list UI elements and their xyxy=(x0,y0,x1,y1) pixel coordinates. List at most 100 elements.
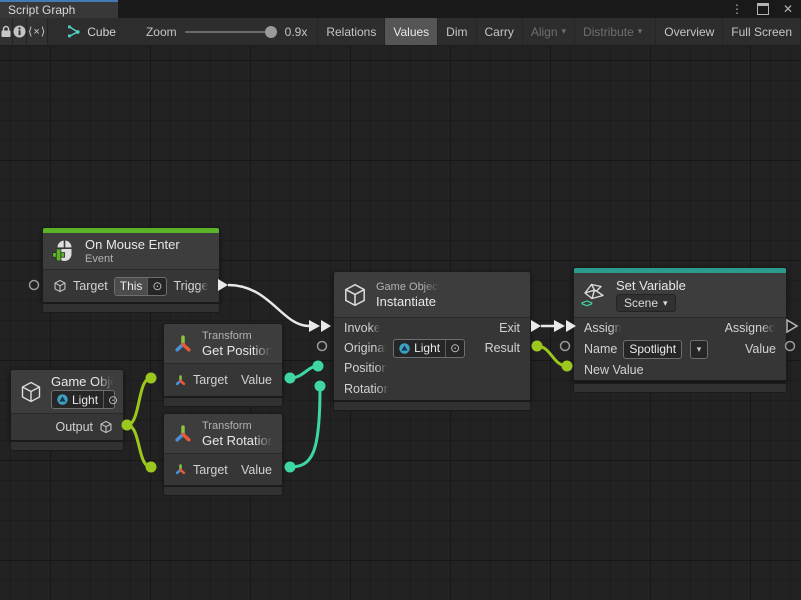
wire-output-to-getrotation-target[interactable] xyxy=(127,425,151,467)
node-instantiate[interactable]: Game Object Instantiate Invoke Exit Orig… xyxy=(333,271,531,401)
variable-name-dropdown[interactable]: ▾ xyxy=(690,340,708,359)
node-footer-get-position[interactable] xyxy=(163,397,283,407)
node-footer-game-object[interactable] xyxy=(10,441,124,451)
variable-name-field[interactable]: Spotlight xyxy=(623,340,682,359)
wire-output-to-getposition-target[interactable] xyxy=(127,378,151,425)
object-picker-icon[interactable]: ⊙ xyxy=(147,278,166,295)
values-button[interactable]: Values xyxy=(384,18,437,45)
chevron-down-icon: ▾ xyxy=(638,27,643,36)
graph-breadcrumb[interactable]: Cube xyxy=(66,24,116,39)
distribute-button[interactable]: Distribute ▾ xyxy=(574,18,650,45)
unity-logo-icon xyxy=(57,394,68,405)
dim-button[interactable]: Dim xyxy=(437,18,475,45)
node-footer-event[interactable] xyxy=(42,303,220,313)
port-instantiate-exit[interactable] xyxy=(531,320,541,332)
wire-getrotation-value-to-rotation[interactable] xyxy=(290,388,320,467)
object-picker-icon[interactable]: ⊙ xyxy=(445,340,464,357)
node-subtitle: Event xyxy=(85,253,180,265)
output-port-row: Output xyxy=(11,413,123,440)
overview-button[interactable]: Overview xyxy=(655,18,722,45)
node-title: Get Rotation xyxy=(202,433,274,448)
port-setvariable-newvalue[interactable] xyxy=(562,361,573,372)
close-icon[interactable]: ✕ xyxy=(783,2,793,16)
node-title: Game Object xyxy=(51,374,115,389)
light-object-field[interactable]: Light ⊙ xyxy=(51,390,115,409)
node-get-rotation[interactable]: Transform Get Rotation Target Value xyxy=(163,413,283,486)
getrotation-port-row: Target Value xyxy=(164,453,282,485)
game-object-icon xyxy=(53,279,67,293)
rotation-port-row: Rotation xyxy=(334,378,530,400)
graph-name: Cube xyxy=(87,25,116,39)
unity-graph-window: Script Graph ⋮ ✕ ⟨×⟩ Cube xyxy=(0,0,801,600)
node-category: Transform xyxy=(202,330,273,342)
wire-getposition-value-to-position[interactable] xyxy=(290,366,317,378)
port-getposition-target[interactable] xyxy=(146,373,157,384)
node-title: Get Position xyxy=(202,343,273,358)
target-port-label: Target xyxy=(73,279,108,293)
game-object-icon xyxy=(99,420,113,434)
node-title: Instantiate xyxy=(376,294,441,309)
unity-logo-icon xyxy=(399,343,410,354)
align-button[interactable]: Align ▾ xyxy=(522,18,574,45)
assign-port-label: Assign xyxy=(584,321,622,335)
this-object-field[interactable]: This ⊙ xyxy=(114,277,168,296)
light-value: Light xyxy=(72,393,98,407)
node-game-object-literal[interactable]: Game Object Light ⊙ Output xyxy=(10,369,124,441)
trigger-port-label: Trigger xyxy=(173,279,209,293)
zoom-control: Zoom 0.9x xyxy=(146,25,307,39)
wire-trigger-to-invoke[interactable] xyxy=(228,285,309,326)
zoom-slider-handle[interactable] xyxy=(265,26,277,38)
value-port-label: Value xyxy=(241,373,272,387)
fullscreen-button[interactable]: Full Screen xyxy=(722,18,801,45)
port-instantiate-result[interactable] xyxy=(532,341,543,352)
node-get-position[interactable]: Transform Get Position Target Value xyxy=(163,323,283,397)
original-port-row: Original Light ⊙ Result xyxy=(334,338,530,358)
port-instantiate-position[interactable] xyxy=(313,361,324,372)
mouse-event-icon xyxy=(51,238,77,264)
zoom-slider[interactable] xyxy=(185,31,277,33)
port-getposition-value[interactable] xyxy=(285,373,296,384)
wire-result-to-newvalue[interactable] xyxy=(537,346,567,366)
position-port-row: Position xyxy=(334,358,530,378)
port-getrotation-target[interactable] xyxy=(146,462,157,473)
wire-arrowhead-icon xyxy=(309,320,320,332)
zoom-value: 0.9x xyxy=(285,25,308,39)
game-object-icon xyxy=(19,380,43,404)
port-event-target[interactable] xyxy=(30,281,39,290)
lock-button[interactable] xyxy=(0,18,13,45)
node-set-variable[interactable]: <> Set Variable Scene ▾ Assign Assigned … xyxy=(573,267,787,381)
node-footer-set-variable[interactable] xyxy=(573,383,787,393)
window-menu-icon[interactable]: ⋮ xyxy=(731,2,743,16)
graph-toolbar: ⟨×⟩ Cube Zoom 0.9x Relations Values Dim … xyxy=(0,18,801,46)
original-port-label: Original xyxy=(344,341,387,355)
graph-canvas[interactable]: On Mouse Enter Event Target This ⊙ Trigg… xyxy=(0,46,801,600)
variable-scope-dropdown[interactable]: Scene ▾ xyxy=(616,294,676,312)
port-instantiate-rotation[interactable] xyxy=(315,381,326,392)
code-preview-button[interactable]: ⟨×⟩ xyxy=(27,18,48,45)
node-footer-instantiate[interactable] xyxy=(333,401,531,411)
getposition-port-row: Target Value xyxy=(164,363,282,396)
toolbar-buttons: Relations Values Dim Carry Align ▾ Distr… xyxy=(317,18,801,45)
object-picker-icon[interactable]: ⊙ xyxy=(103,391,122,408)
tab-script-graph[interactable]: Script Graph xyxy=(0,0,118,18)
node-category: Game Object xyxy=(376,281,441,293)
this-value: This xyxy=(115,278,148,295)
node-on-mouse-enter[interactable]: On Mouse Enter Event Target This ⊙ Trigg… xyxy=(42,227,220,303)
scope-value: Scene xyxy=(624,296,658,310)
carry-button[interactable]: Carry xyxy=(476,18,522,45)
node-footer-get-rotation[interactable] xyxy=(163,486,283,496)
port-instantiate-invoke[interactable] xyxy=(321,320,331,332)
port-getrotation-value[interactable] xyxy=(285,462,296,473)
inspect-button[interactable] xyxy=(13,18,27,45)
port-setvariable-assigned[interactable] xyxy=(787,320,797,332)
relations-button[interactable]: Relations xyxy=(317,18,384,45)
maximize-icon[interactable] xyxy=(757,3,769,15)
port-instantiate-original[interactable] xyxy=(318,342,327,351)
new-value-port-label: New Value xyxy=(584,363,644,377)
result-port-label: Result xyxy=(485,341,520,355)
light-object-field[interactable]: Light ⊙ xyxy=(393,339,465,358)
port-setvariable-name[interactable] xyxy=(561,342,570,351)
node-category: Transform xyxy=(202,420,274,432)
tab-title: Script Graph xyxy=(8,3,75,17)
graph-icon xyxy=(66,24,81,39)
